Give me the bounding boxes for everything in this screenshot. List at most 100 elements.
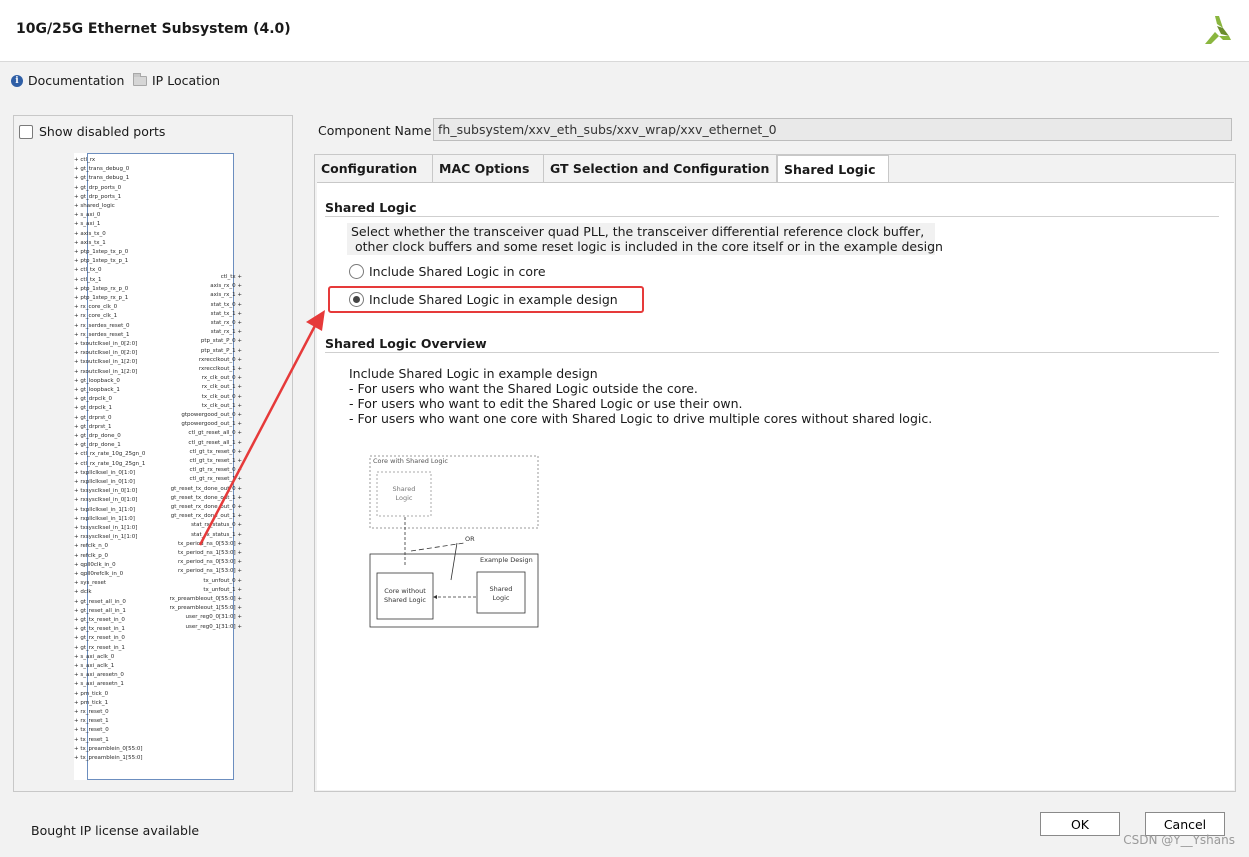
port-label: + gt_tx_reset_in_0 <box>74 617 125 623</box>
port-label: + shared_logic <box>74 203 115 209</box>
port-label: + txpllclksel_in_1[1:0] <box>74 506 135 513</box>
port-label: + tx_preamblein_1[55:0] <box>74 755 143 761</box>
port-label: gt_reset_tx_done_out_1 + <box>170 494 242 501</box>
divider <box>325 352 1219 353</box>
port-label: axis_rx_0 + <box>210 283 242 290</box>
ip-location-label: IP Location <box>152 73 221 88</box>
port-label: + rx_reset_0 <box>74 709 109 715</box>
port-label: + qpll0refclk_in_0 <box>74 571 124 577</box>
diagram-core-without-b: Shared Logic <box>384 596 426 604</box>
port-label: + txsysclksel_in_1[1:0] <box>74 525 138 531</box>
component-name-label: Component Name <box>318 123 432 138</box>
radio-shared-logic-core[interactable]: Include Shared Logic in core <box>349 264 546 279</box>
checkbox-box[interactable] <box>19 124 33 139</box>
folder-icon <box>133 72 147 86</box>
port-label: ctl_tx + <box>220 274 242 280</box>
port-label: + refclk_p_0 <box>74 552 109 559</box>
port-label: + s_axi_0 <box>74 212 101 219</box>
port-label: tx_unfout_1 + <box>203 586 242 593</box>
documentation-link[interactable]: i Documentation <box>11 73 124 88</box>
tab-gt-selection[interactable]: GT Selection and Configuration <box>544 155 777 182</box>
show-disabled-ports-label: Show disabled ports <box>39 124 166 139</box>
port-label: ctl_gt_tx_reset_0 + <box>189 448 242 455</box>
radio-label-core: Include Shared Logic in core <box>369 264 546 279</box>
show-disabled-ports-checkbox[interactable]: Show disabled ports <box>19 124 165 139</box>
port-label: stat_tx_1 + <box>210 310 242 317</box>
port-label: + gt_rx_reset_in_0 <box>74 635 125 642</box>
overview-line: - For users who want the Shared Logic ou… <box>349 381 698 396</box>
port-label: + tx_preamblein_0[55:0] <box>74 745 143 752</box>
overview-line: Include Shared Logic in example design <box>349 366 598 381</box>
port-label: + rxoutclksel_in_1[2:0] <box>74 368 138 375</box>
port-label: + rxoutclksel_in_0[2:0] <box>74 350 138 357</box>
port-label: ctl_gt_reset_all_0 + <box>188 430 242 437</box>
ok-button[interactable]: OK <box>1040 812 1120 836</box>
tab-configuration[interactable]: Configuration <box>315 155 433 182</box>
port-label: + ctl_rx <box>74 157 96 163</box>
port-label: + rxsysclksel_in_1[1:0] <box>74 534 138 541</box>
tab-mac-options[interactable]: MAC Options <box>433 155 544 182</box>
port-label: + gt_reset_all_in_0 <box>74 598 126 605</box>
port-label: + gt_drp_ports_1 <box>74 193 122 200</box>
port-label: user_reg0_1[31:0] + <box>185 623 242 630</box>
port-label: + sys_reset <box>74 580 107 587</box>
port-label: + pm_tick_0 <box>74 690 109 697</box>
shared-logic-heading: Shared Logic <box>325 200 417 215</box>
port-label: ctl_gt_rx_reset_1 + <box>189 476 242 483</box>
diagram-core-with-label: Core with Shared Logic <box>373 457 448 465</box>
port-label: stat_rx_1 + <box>210 329 242 336</box>
port-label: + s_axi_aresetn_1 <box>74 681 124 688</box>
port-label: tx_period_ns_0[53:0] + <box>177 540 242 547</box>
port-label: + qpll0clk_in_0 <box>74 561 116 568</box>
documentation-label: Documentation <box>28 73 125 88</box>
info-icon: i <box>11 74 23 87</box>
port-label: + gt_loopback_0 <box>74 377 120 384</box>
diagram-shared-logic-a: Shared <box>490 585 513 593</box>
port-label: + txsysclksel_in_0[1:0] <box>74 488 138 495</box>
radio-button[interactable] <box>349 264 364 279</box>
xilinx-logo-icon <box>1205 16 1231 44</box>
port-label: + txoutclksel_in_0[2:0] <box>74 341 138 347</box>
port-label: + gt_loopback_1 <box>74 387 120 393</box>
ip-location-link[interactable]: IP Location <box>133 72 221 88</box>
link-bar: i Documentation IP Location <box>0 66 1249 96</box>
highlight-annotation-box <box>328 286 644 313</box>
tab-shared-logic[interactable]: Shared Logic <box>777 155 889 182</box>
license-status: Bought IP license available <box>31 823 200 838</box>
port-label: + rx_core_clk_0 <box>74 304 118 311</box>
port-label: rx_preambleout_1[55:0] + <box>169 605 242 612</box>
ip-symbol-panel: Show disabled ports + ctl_rx + gt_trans_d… <box>13 115 293 792</box>
port-label: gt_reset_rx_done_out_1 + <box>170 513 242 520</box>
port-label: + rx_core_clk_1 <box>74 313 118 320</box>
port-label: tx_unfout_0 + <box>203 577 242 584</box>
port-label: + gt_trans_debug_1 <box>74 175 130 182</box>
port-label: + dclk <box>74 589 92 596</box>
port-label: + rx_serdes_reset_1 <box>74 331 130 338</box>
port-label: + ptp_1step_tx_p_1 <box>74 258 129 265</box>
port-label: + s_axi_aclk_1 <box>74 663 115 669</box>
port-label: + rxsysclksel_in_0[1:0] <box>74 497 138 504</box>
divider <box>325 216 1219 217</box>
port-label: + gt_tx_reset_in_1 <box>74 626 125 633</box>
port-label: axis_rx_1 + <box>210 292 242 299</box>
overview-line: - For users who want one core with Share… <box>349 411 933 426</box>
description-line-2: other clock buffers and some reset logic… <box>351 239 943 254</box>
port-label: + axis_tx_1 <box>74 239 106 246</box>
diagram-shared-label-b: Logic <box>396 494 413 502</box>
port-label: gtpowergood_out_0 + <box>181 412 242 418</box>
port-label: + gt_drpclk_1 <box>74 405 112 412</box>
port-label: + ptp_1step_tx_p_0 <box>74 249 129 255</box>
diagram-shared-label-a: Shared <box>393 485 416 493</box>
port-label: + ptp_1step_rx_p_0 <box>74 285 129 292</box>
port-label: + tx_reset_0 <box>74 727 109 734</box>
shared-logic-tab-content: Shared Logic Select whether the transcei… <box>317 182 1234 790</box>
port-label: + gt_rx_reset_in_1 <box>74 644 125 651</box>
port-label: ctl_gt_rx_reset_0 + <box>189 467 242 474</box>
port-label: gt_reset_rx_done_out_0 + <box>170 504 242 510</box>
ip-block-symbol[interactable]: + ctl_rx + gt_trans_debug_0 + gt_trans_deb… <box>74 153 242 780</box>
description-line-1: Select whether the transceiver quad PLL,… <box>351 224 925 239</box>
port-label: ptp_stat_P_1 + <box>200 347 242 354</box>
port-label: rxrecclkout_1 + <box>198 366 242 372</box>
port-label: + rxpllclksel_in_1[1:0] <box>74 515 135 522</box>
port-label: stat_tx_0 + <box>210 301 242 308</box>
